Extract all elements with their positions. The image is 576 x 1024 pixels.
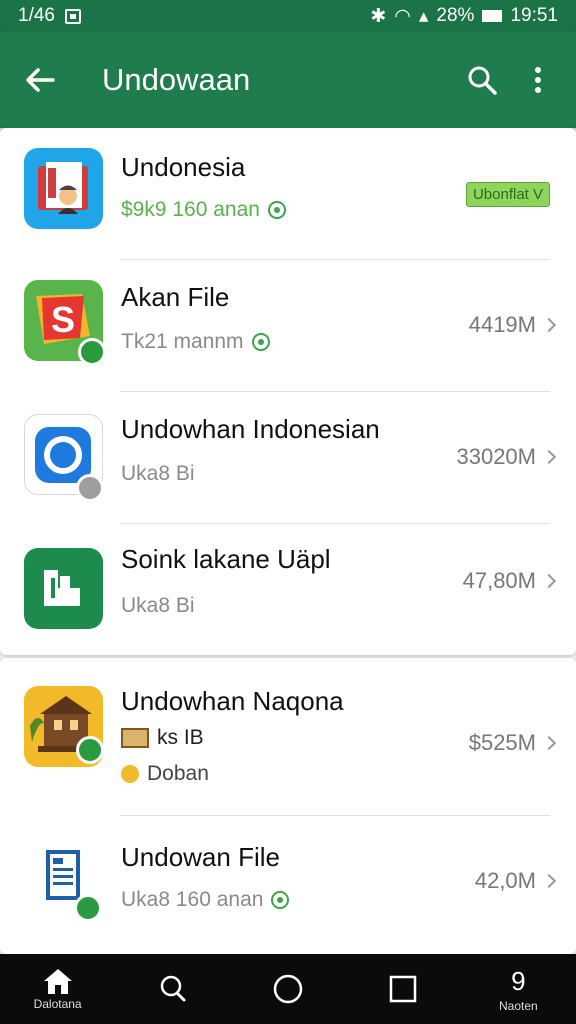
box-icon <box>121 728 149 748</box>
app-subtitle-2: Doban <box>121 762 209 786</box>
square-recents-icon <box>389 975 417 1003</box>
overflow-menu-button[interactable] <box>510 52 566 108</box>
app-subtitle-text: $9k9 160 anan <box>121 198 260 221</box>
clock: 19:51 <box>510 5 558 26</box>
nav-recents[interactable] <box>353 954 453 1024</box>
app-size: 47,80M <box>462 568 557 594</box>
search-icon <box>160 975 186 1002</box>
app-subtitle: Uka8 160 anan <box>121 888 290 912</box>
app-size: 33020M <box>456 444 557 470</box>
app-name: Undowan File <box>121 842 280 872</box>
app-subtitle-text: ks IB <box>157 726 204 749</box>
home-icon <box>43 969 72 994</box>
back-arrow-icon <box>26 68 55 92</box>
page-title: Undowaan <box>102 62 251 97</box>
status-left-text: 1/46 <box>18 5 55 26</box>
app-size-text: 42,0M <box>474 868 536 893</box>
verified-icon <box>251 333 270 351</box>
app-subtitle: $9k9 160 anan <box>121 198 286 222</box>
status-bar: 1/46 ✱ ◠ ▴ 28% 19:51 <box>0 0 576 32</box>
bottom-navigation: Dalotana 9 Naoten <box>0 954 576 1024</box>
signal-icon: ▴ <box>418 5 429 27</box>
app-subtitle: ks IB <box>121 726 204 750</box>
nav-notifications-label: Naoten <box>498 998 538 1013</box>
chevron-right-icon <box>541 317 557 333</box>
badge-icon <box>76 474 104 502</box>
nav-home-label: Dalotana <box>33 997 82 1011</box>
back-button[interactable] <box>0 67 80 93</box>
list-item[interactable]: S Akan File Tk21 mannm 4419M <box>0 260 576 392</box>
app-name: Undowhan Naqona <box>121 686 344 716</box>
app-size-text: 47,80M <box>462 568 536 593</box>
battery-icon <box>482 10 503 22</box>
list-item[interactable]: Soink lakane Uäpl Uka8 Bi 47,80M <box>0 524 576 656</box>
search-button[interactable] <box>454 52 510 108</box>
medal-icon <box>121 765 139 783</box>
app-size: 42,0M <box>474 868 557 894</box>
app-icon <box>24 148 103 229</box>
app-subtitle-text: Uka8 Bi <box>121 462 195 485</box>
chevron-right-icon <box>541 449 557 465</box>
circle-home-icon <box>273 974 303 1004</box>
list-item[interactable]: Undowhan Naqona ks IB Doban $525M <box>0 658 576 816</box>
wifi-icon: ◠ <box>394 5 411 27</box>
app-size-text: 33020M <box>456 444 536 469</box>
app-size-text: 4419M <box>468 312 536 337</box>
list-item[interactable]: Undonesia $9k9 160 anan Ubonflat V <box>0 128 576 260</box>
nav-notifications[interactable]: 9 Naoten <box>468 954 568 1024</box>
app-subtitle-text: Uka8 160 anan <box>121 888 264 911</box>
app-icon <box>24 548 103 629</box>
nav-search[interactable] <box>123 954 223 1024</box>
battery-percent: 28% <box>436 5 475 26</box>
search-icon <box>468 66 497 95</box>
badge-icon <box>74 894 102 922</box>
app-subtitle-text: Tk21 mannm <box>121 330 244 353</box>
more-vert-icon <box>535 67 541 93</box>
chevron-right-icon <box>541 873 557 889</box>
chevron-right-icon <box>541 735 557 751</box>
app-name: Soink lakane Uäpl <box>121 544 331 574</box>
list-item[interactable]: Undowan File Uka8 160 anan 42,0M <box>0 816 576 954</box>
badge-icon <box>78 338 106 366</box>
verified-icon <box>271 891 290 909</box>
screenshot-icon <box>64 8 81 24</box>
list-item[interactable]: Undowhan Indonesian Uka8 Bi 33020M <box>0 392 576 524</box>
app-size: 4419M <box>468 312 557 338</box>
nav-home-circle[interactable] <box>238 954 338 1024</box>
verified-icon <box>267 201 286 219</box>
app-list-card: Undonesia $9k9 160 anan Ubonflat V S Aka… <box>0 128 576 655</box>
app-subtitle: Uka8 Bi <box>121 594 195 618</box>
chevron-right-icon <box>541 573 557 589</box>
status-tag: Ubonflat V <box>465 182 550 207</box>
app-subtitle: Tk21 mannm <box>121 330 270 354</box>
app-size-text: $525M <box>468 730 536 755</box>
svg-text:S: S <box>51 299 75 340</box>
app-bar: Undowaan <box>0 32 576 128</box>
app-subtitle: Uka8 Bi <box>121 462 195 486</box>
nav-home[interactable]: Dalotana <box>8 954 108 1024</box>
bluetooth-icon: ✱ <box>370 5 387 27</box>
app-name: Akan File <box>121 282 230 312</box>
app-size: $525M <box>468 730 557 756</box>
badge-icon <box>76 736 104 764</box>
app-name: Undowhan Indonesian <box>121 414 380 444</box>
app-list-card: Undowhan Naqona ks IB Doban $525M Undowa… <box>0 658 576 954</box>
number-9-icon: 9 <box>511 965 526 996</box>
app-subtitle-text: Uka8 Bi <box>121 594 195 617</box>
app-subtitle-2-text: Doban <box>147 762 209 785</box>
app-name: Undonesia <box>121 152 246 182</box>
